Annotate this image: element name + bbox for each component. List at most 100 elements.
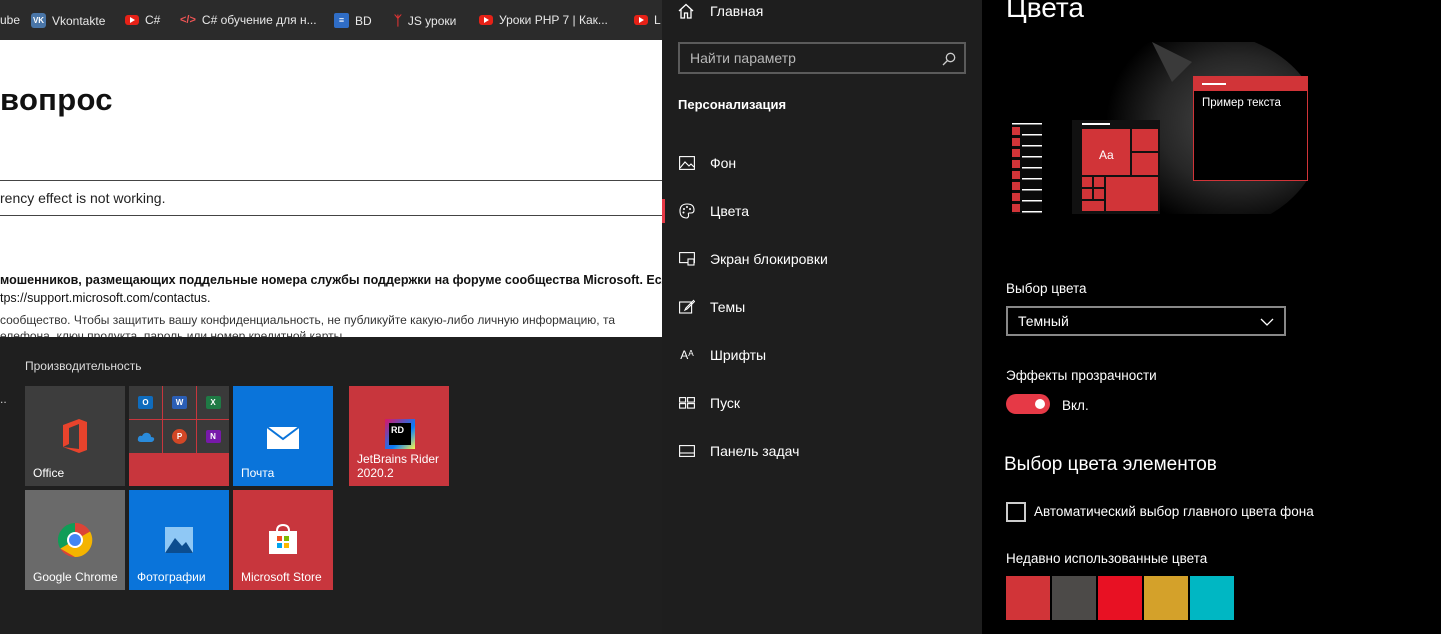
tile-photos[interactable]: Фотографии: [129, 490, 229, 590]
bookmark-youtube[interactable]: ube: [0, 13, 20, 27]
palette-icon: [678, 202, 696, 220]
font-icon: Aᴬ: [680, 348, 694, 362]
bookmark-vkontakte[interactable]: VK Vkontakte: [31, 13, 105, 28]
tile-label: Фотографии: [137, 570, 206, 584]
nav-item-start[interactable]: Пуск: [662, 383, 982, 423]
recent-colors-label: Недавно использованные цвета: [1006, 551, 1208, 566]
tile-label: Google Chrome: [33, 570, 118, 584]
auto-accent-label[interactable]: Автоматический выбор главного цвета фона: [1034, 504, 1314, 519]
search-icon[interactable]: [942, 52, 956, 66]
settings-search-box[interactable]: [678, 42, 966, 74]
tile-office[interactable]: Office: [25, 386, 125, 486]
page-title: вопрос: [0, 82, 113, 117]
nav-item-label: Темы: [710, 299, 746, 315]
bookmarks-bar: ube VK Vkontakte C# </> C# обучение для …: [0, 0, 662, 40]
bookmark-label: Vkontakte: [52, 13, 106, 28]
rider-icon: RD: [385, 419, 415, 449]
toggle-knob: [1035, 399, 1045, 409]
onenote-icon: N: [205, 430, 221, 443]
nav-home[interactable]: Главная: [678, 3, 763, 19]
nav-item-label: Панель задач: [710, 443, 800, 459]
office-icon: [63, 419, 87, 453]
tile-mail[interactable]: Почта: [233, 386, 333, 486]
bookmark-php[interactable]: Уроки PHP 7 | Как...: [479, 13, 608, 27]
tile-microsoft-store[interactable]: Microsoft Store: [233, 490, 333, 590]
word-icon: W: [172, 396, 187, 409]
preview-sample-text: Пример текста: [1202, 97, 1281, 109]
photos-icon: [165, 527, 193, 553]
color-swatch[interactable]: [1052, 576, 1096, 620]
settings-search-input[interactable]: [680, 44, 964, 72]
color-swatch[interactable]: [1006, 576, 1050, 620]
transparency-toggle[interactable]: [1006, 394, 1050, 414]
bookmark-js[interactable]: ᛉ JS уроки: [394, 13, 456, 28]
nav-item-label: Шрифты: [710, 347, 767, 363]
page-title: Цвета: [1006, 0, 1084, 23]
nav-item-colors[interactable]: Цвета: [662, 191, 982, 231]
auto-accent-checkbox[interactable]: [1006, 502, 1026, 522]
mini-tile-outlook[interactable]: O: [129, 386, 162, 419]
transparency-state: Вкл.: [1062, 398, 1089, 413]
nav-section-title: Персонализация: [678, 97, 787, 112]
question-text: rency effect is not working.: [0, 190, 166, 206]
support-link[interactable]: tps://support.microsoft.com/contactus.: [0, 291, 211, 305]
start-menu: .. Производительность Office O W X P N П…: [0, 337, 676, 634]
preview-window: Пример текста: [1193, 76, 1308, 181]
image-icon: [678, 154, 696, 172]
vk-icon: VK: [31, 13, 46, 28]
bookmark-bd[interactable]: ≡ BD: [334, 13, 372, 28]
tile-jetbrains-rider[interactable]: RD JetBrains Rider 2020.2: [349, 386, 449, 486]
start-icon: [678, 394, 696, 412]
nav-item-themes[interactable]: Темы: [662, 287, 982, 327]
choose-color-dropdown[interactable]: Темный: [1006, 306, 1286, 336]
nav-item-label: Пуск: [710, 395, 741, 411]
nav-item-lock-screen[interactable]: Экран блокировки: [662, 239, 982, 279]
tile-google-chrome[interactable]: Google Chrome: [25, 490, 125, 590]
settings-navigation: Главная Персонализация Фон Цвета Экран б…: [662, 0, 982, 634]
bd-icon: ≡: [334, 13, 349, 28]
youtube-icon: [125, 15, 139, 25]
mini-tile-excel[interactable]: X: [197, 386, 229, 419]
settings-content: Цвета Aa Пример текста Выбор цвета Темны…: [982, 0, 1441, 634]
mini-tile-onedrive[interactable]: [129, 420, 162, 453]
color-swatch[interactable]: [1144, 576, 1188, 620]
bookmark-label: L: [654, 13, 661, 27]
bookmark-csharp-course[interactable]: </> C# обучение для н...: [180, 13, 317, 27]
bookmark-label: C#: [145, 13, 161, 27]
bookmark-more[interactable]: L: [634, 13, 661, 27]
tile-label: Почта: [241, 466, 275, 480]
tile-group-title[interactable]: Производительность: [25, 359, 141, 373]
store-icon: [269, 523, 297, 554]
color-swatch[interactable]: [1098, 576, 1142, 620]
preview-list-lines: [1012, 123, 1042, 213]
mini-tile-onenote[interactable]: N: [197, 420, 229, 453]
tile-label: Office: [33, 466, 65, 480]
nav-home-label: Главная: [710, 3, 764, 19]
notice-text: елефона, ключ продукта, пароль или номер…: [0, 329, 343, 337]
nav-item-taskbar[interactable]: Панель задач: [662, 431, 982, 471]
choose-color-label: Выбор цвета: [1006, 281, 1087, 296]
tile-label: JetBrains Rider 2020.2: [357, 452, 440, 480]
browser-window: ube VK Vkontakte C# </> C# обучение для …: [0, 0, 662, 337]
more-dots[interactable]: ..: [0, 392, 7, 406]
chevron-down-icon: [1260, 318, 1274, 326]
tile-office-apps-folder[interactable]: O W X P N: [129, 386, 229, 486]
rider-icon-text: RD: [389, 423, 411, 445]
preview-tiles: Aa: [1082, 123, 1158, 214]
brush-icon: [678, 298, 696, 316]
nav-item-background[interactable]: Фон: [662, 143, 982, 183]
nav-item-fonts[interactable]: Aᴬ Шрифты: [662, 335, 982, 375]
color-swatch[interactable]: [1190, 576, 1234, 620]
home-icon: [678, 3, 694, 19]
mini-tile-powerpoint[interactable]: P: [163, 420, 196, 453]
mini-tile-word[interactable]: W: [163, 386, 196, 419]
notice-text: мошенников, размещающих поддельные номер…: [0, 273, 662, 287]
bookmark-label: JS уроки: [407, 13, 457, 28]
mail-icon: [266, 426, 300, 449]
tile-label: Microsoft Store: [241, 570, 322, 584]
nav-item-label: Фон: [710, 155, 737, 171]
bookmark-csharp[interactable]: C#: [125, 13, 160, 27]
transparency-label: Эффекты прозрачности: [1006, 368, 1157, 383]
youtube-icon: [634, 15, 648, 25]
youtube-icon: [479, 15, 493, 25]
